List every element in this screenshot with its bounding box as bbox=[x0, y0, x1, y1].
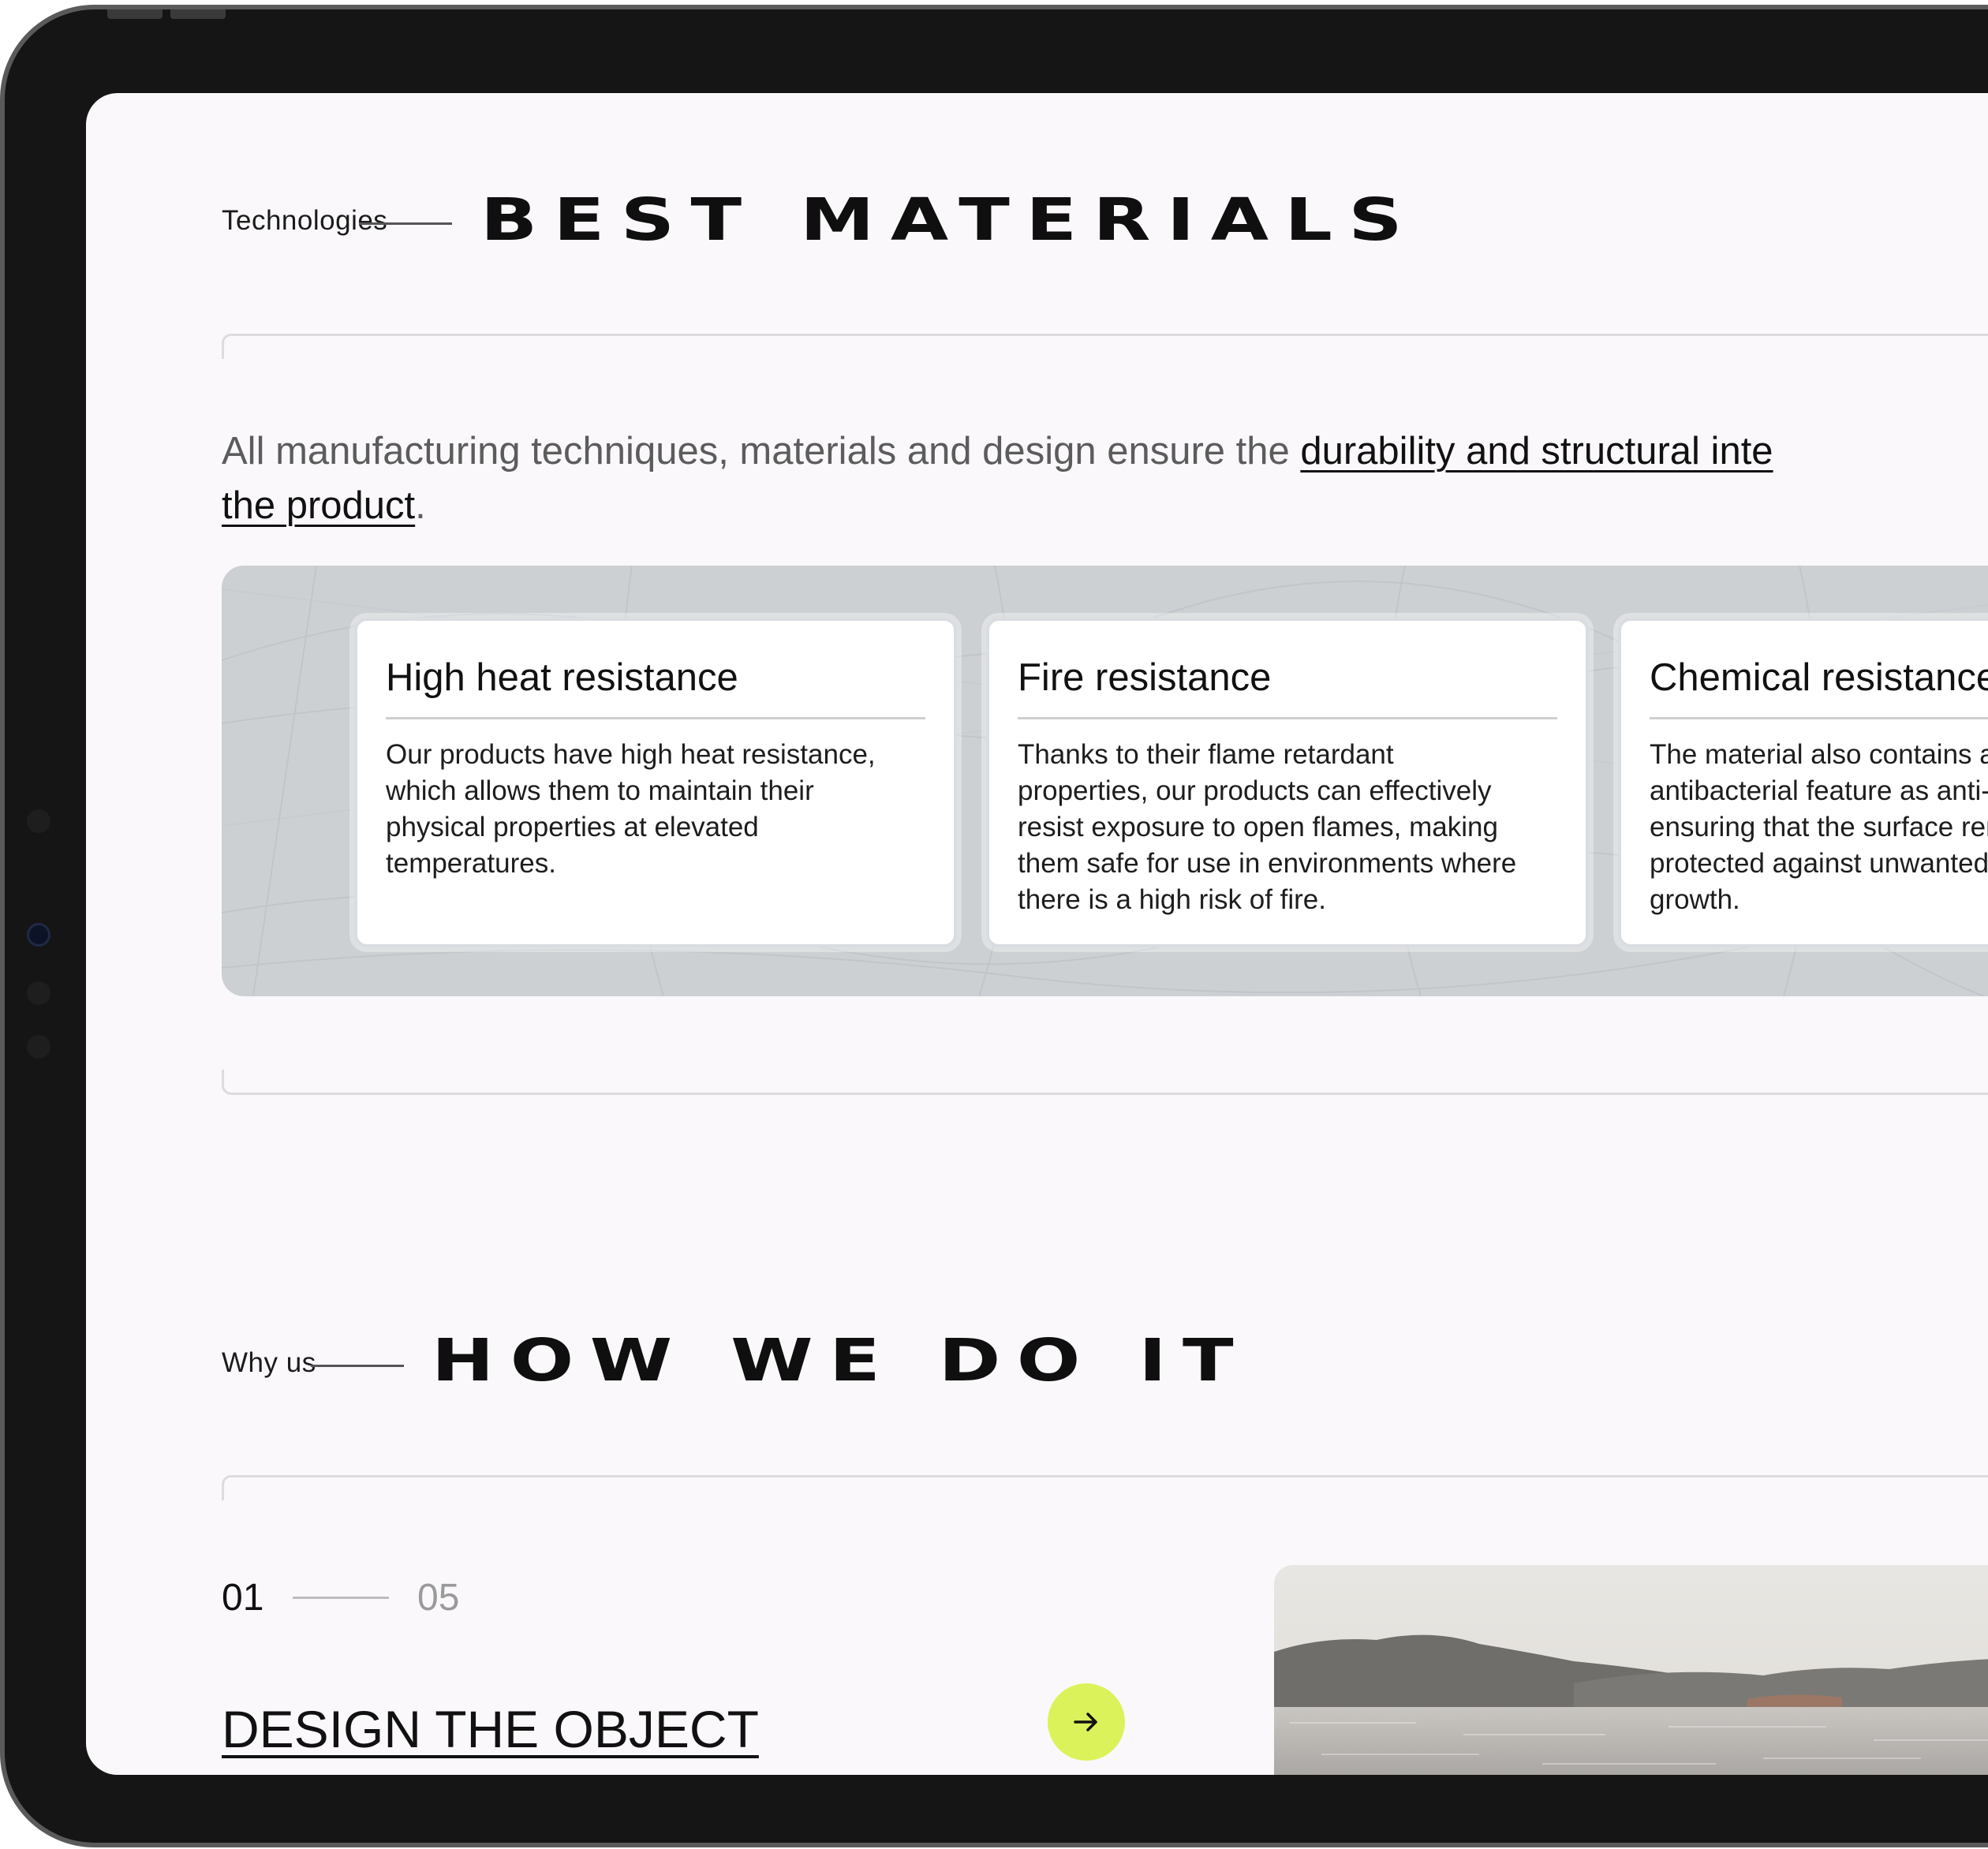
feature-card-heat: High heat resistance Our products have h… bbox=[354, 618, 957, 947]
section-frame-bottom bbox=[222, 1070, 1988, 1095]
next-step-button[interactable] bbox=[1048, 1683, 1125, 1761]
sensor-dot bbox=[27, 809, 50, 833]
sensor-dot bbox=[27, 1035, 50, 1059]
step-title-link[interactable]: DESIGN THE OBJECT bbox=[222, 1699, 759, 1759]
card-line: there is a high risk of fire. bbox=[1018, 884, 1326, 915]
card-title: High heat resistance bbox=[386, 656, 925, 719]
card-line: Our products have high heat resistance, bbox=[386, 739, 876, 770]
arrow-right-icon bbox=[1074, 1713, 1097, 1731]
card-title: Chemical resistance bbox=[1650, 656, 1988, 719]
volume-button bbox=[170, 9, 226, 19]
lake-landscape-image bbox=[1274, 1565, 1988, 1775]
card-line: them safe for use in environments where bbox=[1018, 848, 1517, 879]
section-title-process: HOW WE DO IT bbox=[432, 1327, 1250, 1395]
eyebrow-divider bbox=[359, 222, 452, 225]
section-eyebrow-why-us: Why us bbox=[222, 1347, 316, 1378]
tablet-screen: Technologies BEST MATERIALS All manufact… bbox=[86, 93, 1988, 1775]
card-line: The material also contains an bbox=[1650, 739, 1988, 770]
volume-button bbox=[107, 9, 163, 19]
card-body: The material also contains an antibacter… bbox=[1650, 737, 1988, 918]
materials-lead-text: All manufacturing techniques, materials … bbox=[222, 424, 1988, 533]
sensor-dot bbox=[27, 981, 50, 1005]
tablet-frame: Technologies BEST MATERIALS All manufact… bbox=[0, 5, 1988, 1847]
feature-card-fire: Fire resistance Thanks to their flame re… bbox=[986, 618, 1589, 947]
materials-cards-panel: High heat resistance Our products have h… bbox=[222, 566, 1988, 996]
card-line: antibacterial feature as anti-fouli bbox=[1650, 775, 1988, 806]
lead-end: . bbox=[415, 484, 426, 527]
card-line: growth. bbox=[1650, 884, 1740, 915]
section-frame-top bbox=[222, 334, 1988, 359]
card-line: which allows them to maintain their bbox=[386, 775, 814, 806]
card-body: Thanks to their flame retardant properti… bbox=[1018, 737, 1557, 918]
section-title-materials: BEST MATERIALS bbox=[480, 186, 1419, 254]
lead-emphasis-link[interactable]: the product bbox=[222, 484, 415, 527]
card-line: resist exposure to open flames, making bbox=[1018, 812, 1498, 842]
section-eyebrow-technologies: Technologies bbox=[222, 205, 388, 236]
card-line: ensuring that the surface remain bbox=[1650, 812, 1988, 842]
step-counter-current: 01 bbox=[222, 1577, 264, 1619]
card-body: Our products have high heat resistance, … bbox=[386, 737, 925, 882]
step-counter-total: 05 bbox=[417, 1577, 460, 1619]
card-line: Thanks to their flame retardant bbox=[1018, 739, 1394, 770]
card-line: protected against unwanted biolo bbox=[1650, 848, 1988, 879]
card-line: physical properties at elevated bbox=[386, 812, 759, 842]
section-frame-top bbox=[222, 1475, 1988, 1500]
feature-card-chemical: Chemical resistance The material also co… bbox=[1618, 618, 1988, 947]
lead-emphasis-link[interactable]: durability and structural inte bbox=[1300, 430, 1773, 473]
step-photo-lake bbox=[1274, 1565, 1988, 1775]
card-title: Fire resistance bbox=[1018, 656, 1557, 719]
step-counter-divider bbox=[293, 1597, 389, 1599]
card-line: properties, our products can effectively bbox=[1018, 775, 1492, 806]
lead-plain: All manufacturing techniques, materials … bbox=[222, 430, 1301, 473]
eyebrow-divider bbox=[311, 1365, 404, 1367]
camera-icon bbox=[27, 923, 50, 947]
card-line: temperatures. bbox=[386, 848, 556, 879]
